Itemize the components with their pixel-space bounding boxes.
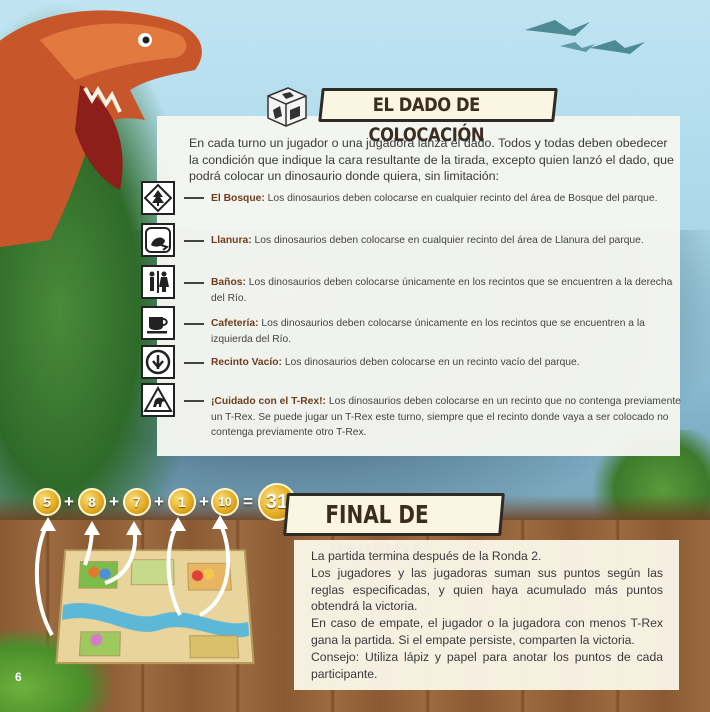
rule-description: Los dinosaurios deben colocarse en un re… [281,357,580,368]
scoring-arrows [34,515,231,636]
score-coin: 7 [123,488,151,516]
section-header: EL DADO DE COLOCACIÓN [262,84,562,146]
rule-description: Los dinosaurios deben colocarse en cualq… [251,235,644,246]
score-coin: 1 [168,488,196,516]
end-game-paragraph: Los jugadores y las jugadoras suman sus … [311,565,663,614]
intro-paragraph: En cada turno un jugador o una jugadora … [189,136,674,183]
plus-sign: + [199,492,209,511]
grassland-icon [141,223,175,257]
rule-term: Cafetería: [211,318,259,329]
end-game-paragraph: Consejo: Utiliza lápiz y papel para anot… [311,649,663,681]
placement-die-icon [267,87,307,127]
page-number: 6 [15,670,22,684]
rule-description: Los dinosaurios deben colocarse en cualq… [264,193,658,204]
rule-empty-enclosure: Recinto Vacío: Los dinosaurios deben col… [211,355,681,371]
end-game-title: FINAL DE PARTIDA [325,500,429,567]
score-coin: 5 [33,488,61,516]
rule-term: ¡Cuidado con el T-Rex!: [211,396,326,407]
rule-term: Llanura: [211,235,252,246]
end-game-text: La partida termina después de la Ronda 2… [311,548,663,682]
score-coin: 8 [78,488,106,516]
rule-term: Baños: [211,277,246,288]
rule-t-rex: ¡Cuidado con el T-Rex!: Los dinosaurios … [211,394,681,441]
pterodactyls-illustration [525,20,645,54]
plus-sign: + [154,492,164,511]
end-game-paragraph: La partida termina después de la Ronda 2… [311,549,542,563]
section-title: EL DADO DE COLOCACIÓN [368,94,485,146]
end-game-paragraph: En caso de empate, el jugador o la jugad… [311,616,663,647]
rule-forest: El Bosque: Los dinosaurios deben colocar… [211,191,681,207]
rule-cafe: Cafetería: Los dinosaurios deben colocar… [211,316,681,347]
rule-grassland: Llanura: Los dinosaurios deben colocarse… [211,233,681,249]
rule-description: Los dinosaurios deben colocarse únicamen… [211,318,645,345]
rule-term: El Bosque: [211,193,265,204]
rule-description: Los dinosaurios deben colocarse únicamen… [211,277,673,304]
plus-sign: + [64,492,74,511]
leader-line [184,282,204,284]
score-coin: 10 [211,488,239,516]
cafe-icon [141,306,175,340]
leader-line [184,400,204,402]
leader-line [184,362,204,364]
leader-line [184,197,204,199]
restroom-icon [141,265,175,299]
leader-line [184,323,204,325]
plus-sign: + [109,492,119,511]
rule-term: Recinto Vacío: [211,357,282,368]
empty-enclosure-icon [141,345,175,379]
rule-restroom: Baños: Los dinosaurios deben colocarse ú… [211,275,681,306]
forest-icon [141,181,175,215]
leader-line [184,240,204,242]
equals-sign: = [243,492,253,511]
score-equation: 5 + 8 + 7 + 1 + 10 = 31 [28,483,308,526]
t-rex-warning-icon [141,383,175,417]
